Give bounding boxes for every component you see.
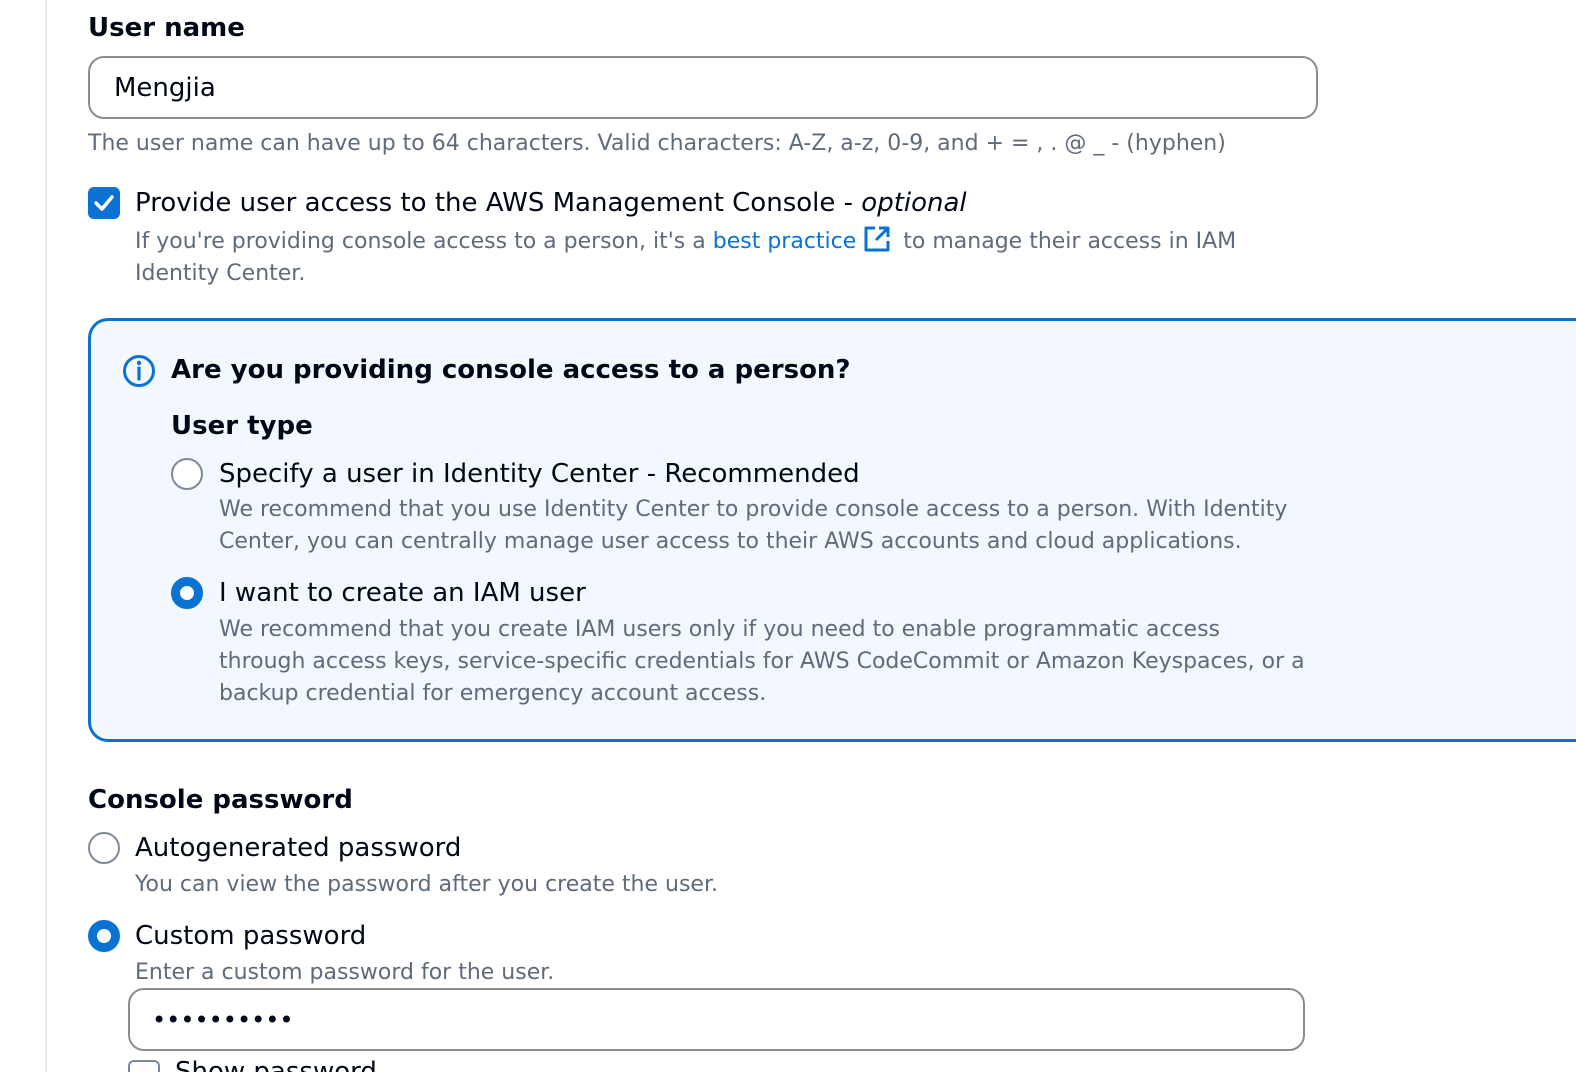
console-password-label: Console password [88, 785, 353, 815]
external-link-icon[interactable] [862, 224, 892, 254]
console-access-label-text: Provide user access to the AWS Managemen… [135, 188, 862, 218]
show-password-checkbox[interactable] [128, 1060, 160, 1072]
iam-user-option-label[interactable]: I want to create an IAM user [219, 577, 586, 609]
console-access-label[interactable]: Provide user access to the AWS Managemen… [135, 187, 967, 219]
console-access-desc-before: If you're providing console access to a … [135, 229, 713, 254]
autogenerated-password-description: You can view the password after you crea… [135, 872, 718, 897]
info-circle-icon [123, 355, 155, 387]
checkmark-icon [94, 195, 114, 211]
optional-tag: optional [861, 188, 967, 218]
create-user-form: User name The user name can have up to 6… [0, 0, 1576, 1072]
radio-identity-center[interactable] [171, 458, 203, 490]
user-name-hint: The user name can have up to 64 characte… [88, 131, 1226, 156]
custom-password-input[interactable] [128, 988, 1305, 1051]
identity-center-option-description: We recommend that you use Identity Cente… [219, 497, 1288, 554]
user-name-label: User name [88, 13, 245, 43]
iam-user-option-description: We recommend that you create IAM users o… [219, 617, 1305, 706]
user-type-label: User type [171, 411, 313, 441]
radio-autogenerated-password[interactable] [88, 832, 120, 864]
identity-center-option-label[interactable]: Specify a user in Identity Center - Reco… [219, 458, 860, 490]
custom-password-description: Enter a custom password for the user. [135, 960, 555, 985]
console-access-description: If you're providing console access to a … [135, 224, 1325, 290]
console-access-checkbox[interactable] [88, 187, 120, 219]
radio-iam-user[interactable] [171, 577, 203, 609]
left-divider [45, 0, 47, 1072]
info-panel-title: Are you providing console access to a pe… [171, 355, 851, 385]
user-name-input[interactable] [88, 56, 1318, 119]
radio-custom-password[interactable] [88, 920, 120, 952]
best-practice-link[interactable]: best practice [713, 229, 857, 254]
custom-password-label[interactable]: Custom password [135, 920, 366, 952]
show-password-label[interactable]: Show password [175, 1056, 377, 1072]
autogenerated-password-label[interactable]: Autogenerated password [135, 832, 461, 864]
